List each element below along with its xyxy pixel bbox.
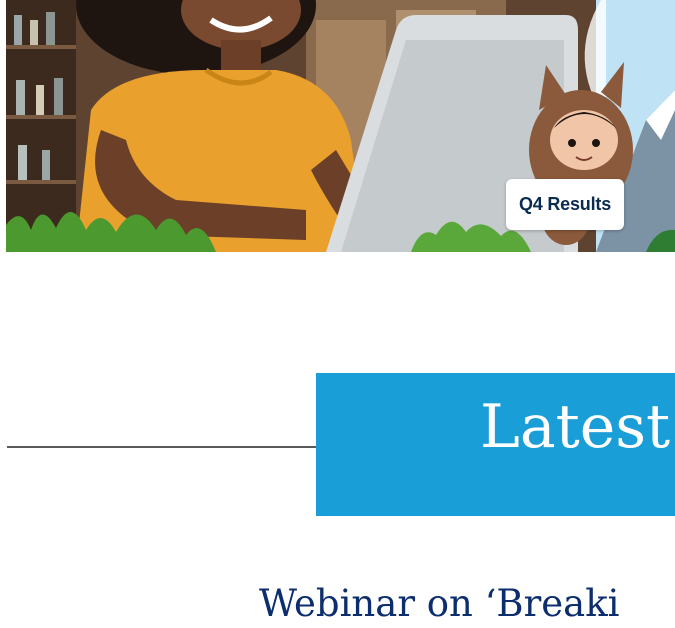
- latest-news-banner: Latest N: [316, 373, 675, 516]
- section-divider: [7, 446, 319, 448]
- latest-news-title: Latest N: [480, 392, 675, 462]
- hero-image: Q4 Results: [6, 0, 675, 252]
- q4-results-label: Q4 Results: [518, 194, 612, 214]
- webinar-heading-link[interactable]: Webinar on ‘Breaki: [259, 580, 619, 628]
- q4-results-badge: Q4 Results: [506, 179, 624, 230]
